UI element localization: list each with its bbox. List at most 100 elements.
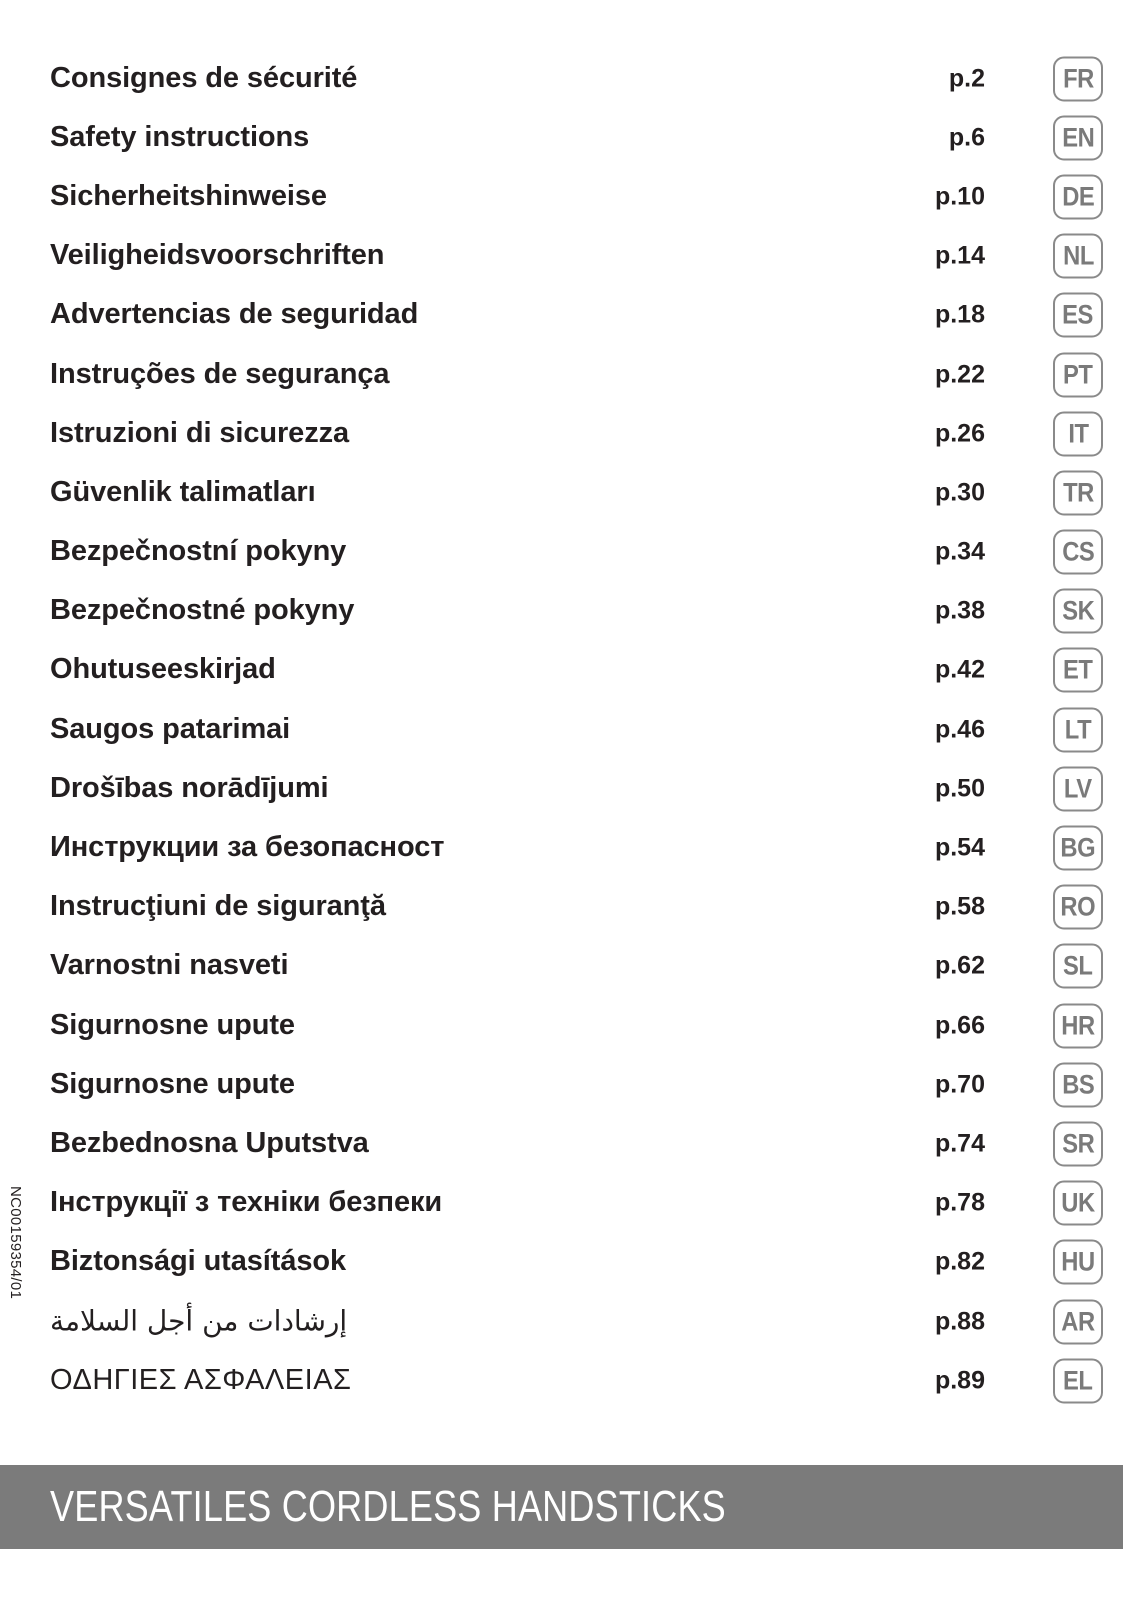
language-title: Instruções de segurança [50, 357, 390, 390]
index-row: Инструкции за безопасност p.54 BG [0, 818, 1128, 877]
index-row: Varnostni nasveti p.62 SL [0, 937, 1128, 996]
page-reference: p.38 [934, 596, 985, 625]
page-reference: p.74 [934, 1129, 985, 1158]
index-row: Sicherheitshinweise p.10 DE [0, 167, 1128, 226]
index-row: Consignes de sécurité p.2 FR [0, 49, 1128, 108]
language-code-label: BS [1061, 1069, 1095, 1100]
language-index-list: Consignes de sécurité p.2 FR Safety instruc… [0, 49, 1128, 1410]
language-code-badge: LT [1053, 707, 1103, 753]
language-code-badge: ES [1053, 292, 1103, 338]
language-code-badge: ET [1053, 647, 1103, 693]
language-code-badge: HU [1053, 1239, 1103, 1285]
language-code-badge: RO [1053, 884, 1103, 930]
index-row: Інструкції з техніки безпеки p.78 UK [0, 1174, 1128, 1233]
language-code-label: DE [1061, 181, 1095, 212]
language-code-label: ES [1062, 299, 1094, 330]
page-reference: p.58 [934, 892, 985, 921]
language-code-badge: FR [1053, 56, 1103, 102]
page-reference: p.70 [934, 1070, 985, 1099]
index-row: Veiligheidsvoorschriften p.14 NL [0, 227, 1128, 286]
index-row: Güvenlik talimatları p.30 TR [0, 463, 1128, 522]
index-row: Sigurnosne upute p.70 BS [0, 1055, 1128, 1114]
language-title: Biztonsági utasítások [50, 1245, 347, 1278]
language-title: Bezpečnostní pokyny [50, 535, 347, 568]
language-code-badge: DE [1053, 174, 1103, 220]
language-code-badge: EN [1053, 115, 1103, 161]
index-row: Biztonsági utasítások p.82 HU [0, 1233, 1128, 1292]
language-code-label: EN [1061, 122, 1095, 153]
language-code-badge: UK [1053, 1180, 1103, 1226]
page-reference: p.78 [934, 1188, 985, 1217]
language-code-badge: LV [1053, 766, 1103, 812]
index-row: Istruzioni di sicurezza p.26 IT [0, 404, 1128, 463]
index-row: Bezbednosna Uputstva p.74 SR [0, 1114, 1128, 1173]
index-row: Instruções de segurança p.22 PT [0, 345, 1128, 404]
language-title: إرشادات من أجل السلامة [50, 1304, 348, 1338]
language-title: Sigurnosne upute [50, 1008, 295, 1041]
index-row: Saugos patarimai p.46 LT [0, 700, 1128, 759]
language-title: Sicherheitshinweise [50, 180, 327, 213]
language-title: Veiligheidsvoorschriften [50, 239, 385, 272]
product-banner-title: VERSATILES CORDLESS HANDSTICKS [50, 1482, 726, 1531]
language-code-label: HR [1061, 1010, 1095, 1041]
language-title: Bezpečnostné pokyny [50, 594, 355, 627]
index-row: Drošības norādījumi p.50 LV [0, 759, 1128, 818]
language-code-label: TR [1062, 477, 1094, 508]
language-title: Bezbednosna Uputstva [50, 1127, 369, 1160]
index-row: Bezpečnostní pokyny p.34 CS [0, 523, 1128, 582]
language-code-label: RO [1060, 891, 1096, 922]
page-reference: p.46 [934, 714, 985, 743]
document-page: NC00159354/01 Consignes de sécurité p.2 FR… [0, 0, 1128, 1601]
page-reference: p.54 [934, 833, 985, 862]
language-code-label: ET [1063, 654, 1093, 685]
index-row: Safety instructions p.6 EN [0, 108, 1128, 167]
index-row: Ohutuseeskirjad p.42 ET [0, 641, 1128, 700]
language-code-label: EL [1063, 1365, 1093, 1396]
page-reference: p.88 [934, 1306, 985, 1335]
page-reference: p.66 [934, 1010, 985, 1039]
language-title: Istruzioni di sicurezza [50, 416, 350, 449]
language-code-label: LV [1064, 773, 1092, 804]
language-code-label: FR [1062, 63, 1094, 94]
page-reference: p.2 [948, 63, 985, 92]
language-code-badge: SK [1053, 588, 1103, 634]
language-code-label: NL [1062, 240, 1094, 271]
language-code-badge: CS [1053, 529, 1103, 575]
language-code-badge: IT [1053, 411, 1103, 457]
language-code-label: PT [1063, 359, 1093, 390]
index-row: Sigurnosne upute p.66 HR [0, 996, 1128, 1055]
index-row: إرشادات من أجل السلامة p.88 AR [0, 1292, 1128, 1351]
page-reference: p.22 [934, 359, 985, 388]
page-reference: p.82 [934, 1247, 985, 1276]
page-reference: p.6 [948, 123, 985, 152]
language-code-badge: AR [1053, 1299, 1103, 1345]
language-code-badge: BS [1053, 1062, 1103, 1108]
language-title: Instrucţiuni de siguranţă [50, 890, 386, 923]
language-code-badge: PT [1053, 352, 1103, 398]
index-row: ΟΔΗΓΙΕΣ ΑΣΦΑΛΕΙΑΣ p.89 EL [0, 1351, 1128, 1410]
language-title: Güvenlik talimatları [50, 475, 316, 508]
language-title: Varnostni nasveti [50, 949, 289, 982]
page-reference: p.50 [934, 774, 985, 803]
page-reference: p.30 [934, 478, 985, 507]
language-code-label: SK [1061, 595, 1095, 626]
language-title: Инструкции за безопасност [50, 831, 445, 864]
language-code-badge: SR [1053, 1121, 1103, 1167]
page-reference: p.26 [934, 418, 985, 447]
language-code-label: AR [1061, 1306, 1095, 1337]
language-title: Advertencias de seguridad [50, 298, 419, 331]
language-title: Drošības norādījumi [50, 771, 329, 804]
language-title: Sigurnosne upute [50, 1067, 295, 1100]
index-row: Advertencias de seguridad p.18 ES [0, 286, 1128, 345]
language-title: ΟΔΗΓΙΕΣ ΑΣΦΑΛΕΙΑΣ [50, 1363, 352, 1396]
page-reference: p.89 [934, 1365, 985, 1394]
index-row: Instrucţiuni de siguranţă p.58 RO [0, 878, 1128, 937]
language-code-label: IT [1067, 418, 1089, 449]
page-reference: p.14 [934, 241, 985, 270]
page-reference: p.62 [934, 951, 985, 980]
page-reference: p.18 [934, 300, 985, 329]
language-code-label: SL [1063, 950, 1093, 981]
language-title: Інструкції з техніки безпеки [50, 1186, 443, 1219]
language-title: Safety instructions [50, 120, 310, 153]
page-reference: p.10 [934, 182, 985, 211]
